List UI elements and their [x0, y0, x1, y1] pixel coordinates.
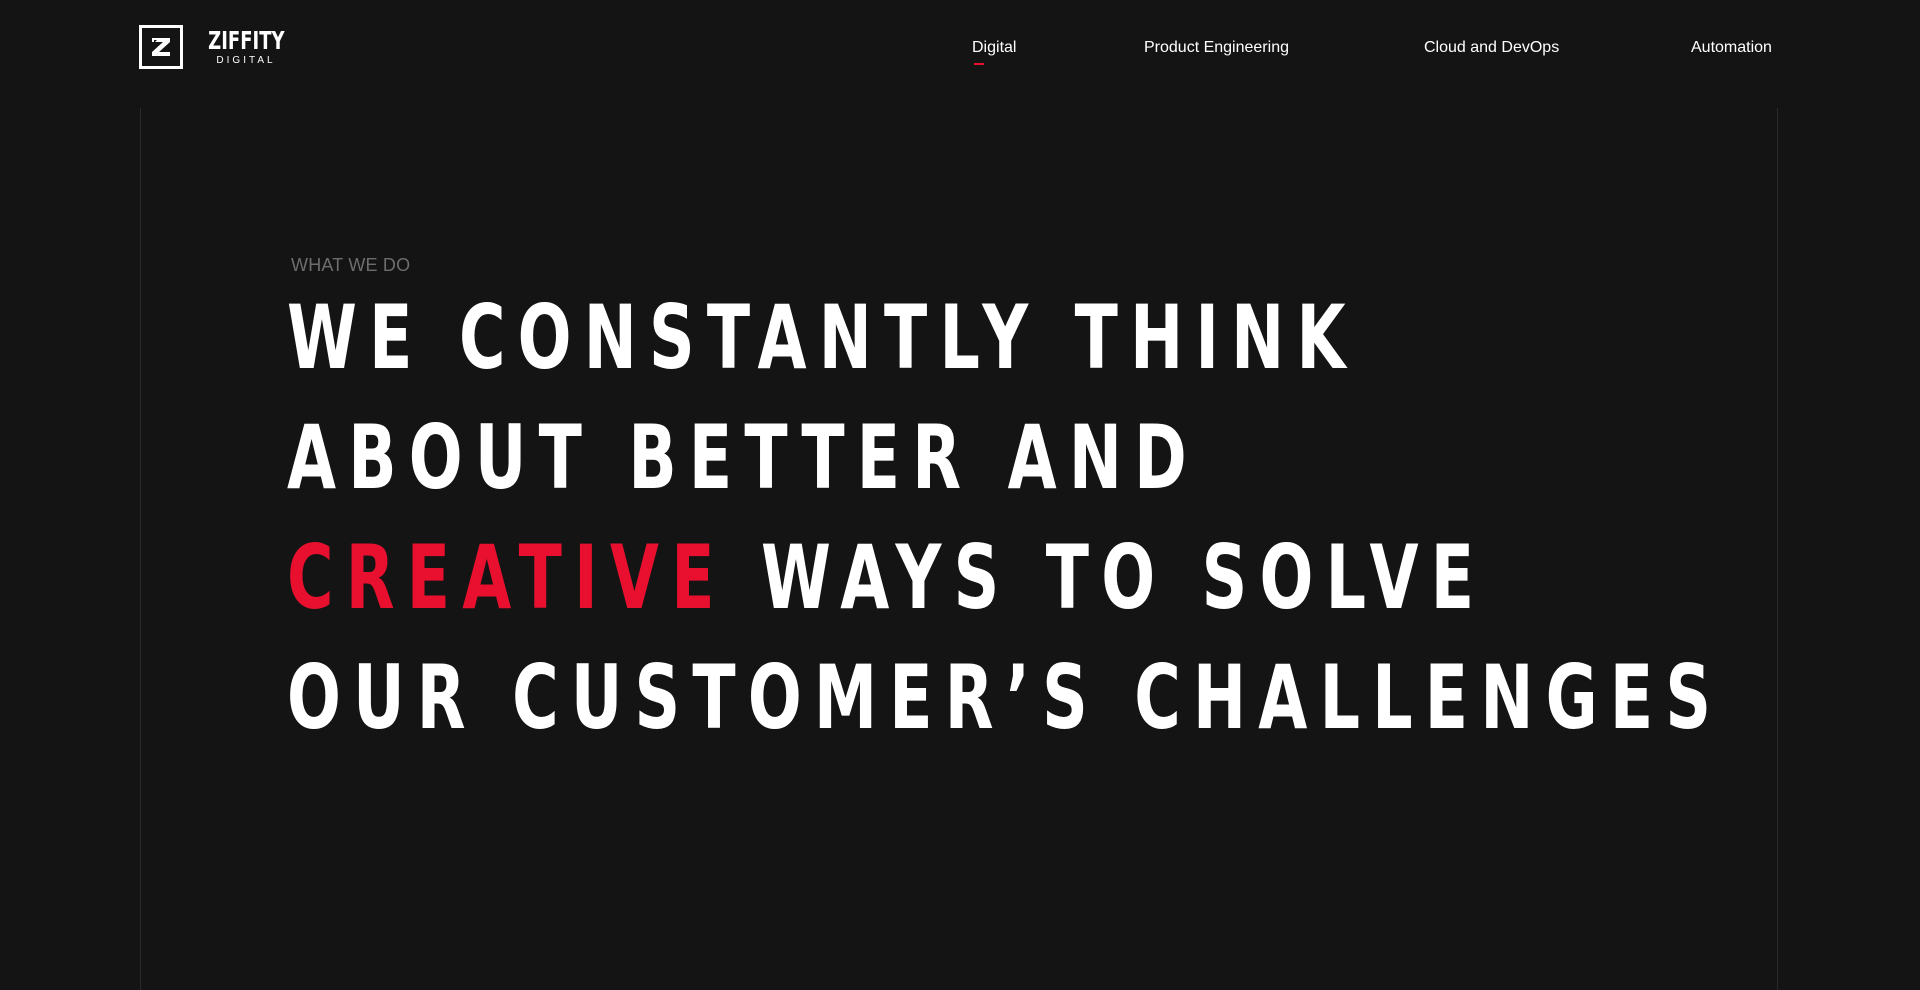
nav-item-label: Product Engineering [1144, 39, 1289, 56]
page: ZIFFITY DIGITAL Digital Product Engineer… [0, 0, 1920, 990]
active-indicator [974, 63, 984, 65]
headline-line-2: ABOUT BETTER AND [287, 406, 1200, 509]
headline-accent-word: CREATIVE [287, 526, 727, 629]
main-nav: Digital Product Engineering Cloud and De… [0, 38, 1920, 68]
nav-item-cloud-and-devops[interactable]: Cloud and DevOps [1424, 38, 1559, 58]
site-header: ZIFFITY DIGITAL Digital Product Engineer… [0, 0, 1920, 100]
section-eyebrow: WHAT WE DO [291, 255, 411, 275]
nav-item-digital[interactable]: Digital [972, 38, 1017, 65]
headline-line-3-rest: WAYS TO SOLVE [726, 526, 1487, 629]
headline-line-1: WE CONSTANTLY THINK [287, 286, 1358, 389]
hero-headline: WE CONSTANTLY THINK ABOUT BETTER AND CRE… [287, 278, 1723, 758]
nav-item-automation[interactable]: Automation [1691, 38, 1772, 58]
headline-line-3: CREATIVE WAYS TO SOLVE [287, 518, 1723, 638]
headline-line-4: OUR CUSTOMER’S CHALLENGES [287, 646, 1724, 749]
nav-item-label: Cloud and DevOps [1424, 39, 1560, 56]
nav-item-label: Digital [972, 39, 1017, 56]
nav-item-product-engineering[interactable]: Product Engineering [1144, 38, 1289, 58]
nav-item-label: Automation [1691, 39, 1772, 56]
